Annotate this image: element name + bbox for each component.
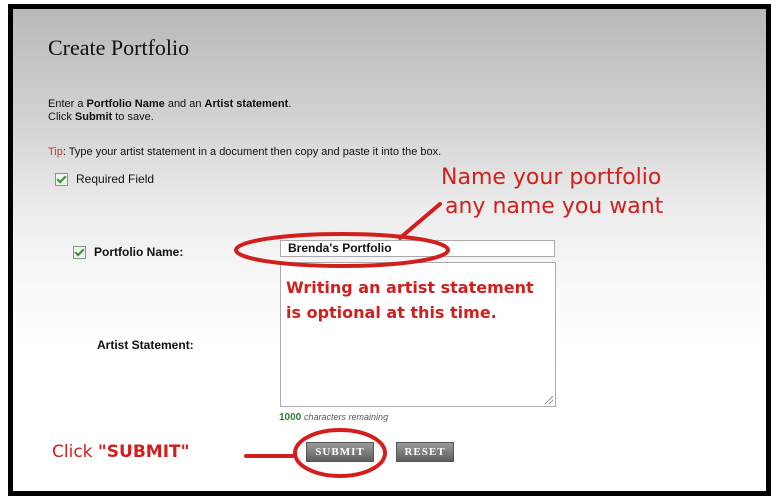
reset-button[interactable]: RESET [396,442,454,462]
checkbox-check-icon [55,172,68,186]
artist-statement-label: Artist Statement: [97,338,194,352]
required-check-icon [73,245,86,259]
intro-text: Enter a Portfolio Name and an Artist sta… [48,98,292,123]
page-title: Create Portfolio [48,35,190,60]
characters-remaining: 1000 characters remaining [279,412,389,423]
statement-hint-annotation: Writing an artist statement is optional … [286,278,534,322]
tip-label: Tip [48,146,63,158]
tip-text: Tip: Type your artist statement in a doc… [48,146,442,158]
resize-handle-icon[interactable] [545,396,553,404]
portfolio-name-label: Portfolio Name: [73,245,183,259]
click-submit-annotation: Click "SUBMIT" [52,442,190,462]
submit-button[interactable]: SUBMIT [306,442,374,462]
portfolio-name-input[interactable]: Brenda's Portfolio [280,240,555,257]
required-field-legend: Required Field [55,172,154,186]
name-hint-annotation: Name your portfolio any name you want [441,165,664,219]
